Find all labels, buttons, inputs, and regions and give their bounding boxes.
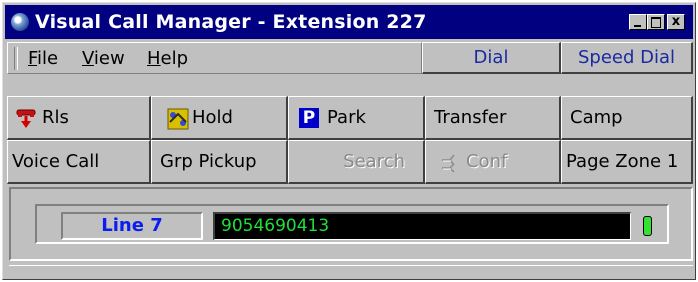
dial-button[interactable]: Dial (422, 42, 561, 74)
voice-call-button[interactable]: Voice Call (7, 140, 151, 184)
release-button[interactable]: Rls (7, 96, 151, 140)
app-window: Visual Call Manager - Extension 227 x Fi… (2, 2, 696, 280)
status-strip (9, 265, 693, 278)
close-button[interactable]: x (667, 14, 685, 30)
line-label[interactable]: Line 7 (61, 212, 203, 240)
grp-pickup-button[interactable]: Grp Pickup (151, 140, 288, 184)
search-button[interactable]: Search (288, 140, 425, 184)
menu-bar-grip[interactable] (14, 47, 18, 70)
park-button[interactable]: P Park (288, 96, 425, 140)
conf-button[interactable]: Conf (425, 140, 561, 184)
line-row: Line 7 9054690413 (35, 204, 669, 244)
menu-file[interactable]: File (28, 48, 58, 69)
window-title: Visual Call Manager - Extension 227 (35, 11, 427, 33)
line-number-display: 9054690413 (213, 212, 631, 240)
app-globe-icon[interactable] (11, 13, 29, 31)
transfer-button[interactable]: Transfer (425, 96, 561, 140)
phone-release-icon (16, 108, 36, 128)
camp-button[interactable]: Camp (561, 96, 693, 140)
title-bar[interactable]: Visual Call Manager - Extension 227 x (5, 5, 693, 39)
line-panel: Line 7 9054690413 (9, 187, 693, 261)
speed-dial-button[interactable]: Speed Dial (561, 42, 693, 74)
menu-bar: File View Help (7, 42, 422, 74)
hold-button[interactable]: Hold (151, 96, 288, 140)
park-icon: P (299, 107, 319, 128)
menu-view[interactable]: View (82, 48, 125, 69)
minimize-button[interactable] (629, 14, 647, 30)
hold-icon (166, 108, 189, 129)
conference-icon (440, 152, 460, 173)
line-status-led-icon (643, 216, 652, 236)
menu-help[interactable]: Help (147, 48, 188, 69)
maximize-button[interactable] (647, 14, 665, 30)
page-zone-button[interactable]: Page Zone 1 (561, 140, 693, 184)
